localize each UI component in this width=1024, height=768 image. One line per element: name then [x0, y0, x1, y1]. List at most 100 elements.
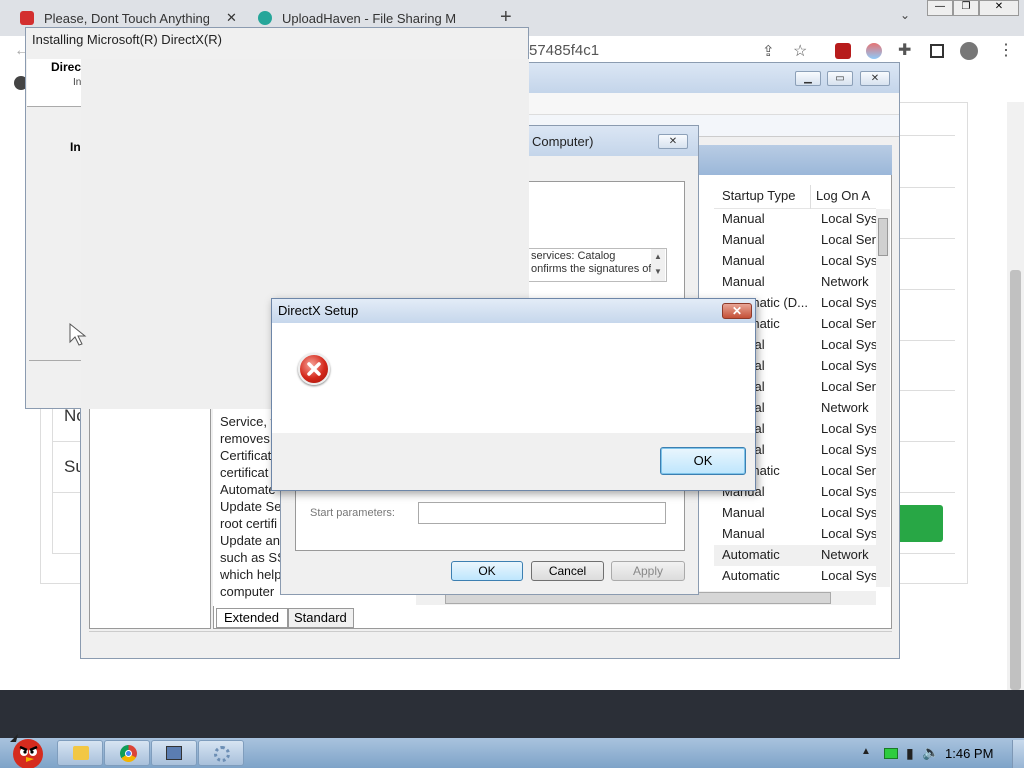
- extension-icon[interactable]: [866, 43, 882, 59]
- minimize-button[interactable]: ▁: [795, 71, 821, 86]
- description-line: such as SS: [220, 550, 286, 565]
- error-icon: [298, 353, 330, 385]
- startup-type-cell: Automatic: [722, 547, 780, 562]
- close-button[interactable]: ✕: [860, 71, 890, 86]
- clock[interactable]: 1:46 PM: [945, 746, 993, 761]
- service-row[interactable]: Automatic Local Sys: [714, 566, 876, 587]
- list-scrollbar[interactable]: [876, 209, 890, 587]
- service-row[interactable]: Manual Local Sys: [714, 209, 876, 230]
- log-on-as-cell: Local Sys: [821, 568, 876, 583]
- description-scrollbar[interactable]: ▲ ▼: [651, 249, 665, 281]
- close-button[interactable]: ✕: [658, 134, 688, 149]
- battery-icon[interactable]: [884, 748, 898, 759]
- log-on-as-cell: Local Sys: [821, 484, 876, 499]
- log-on-as-cell: Local Sys: [821, 526, 876, 541]
- log-on-as-cell: Local Sys: [821, 421, 876, 436]
- status-bar: [89, 631, 892, 651]
- column-divider: [810, 185, 811, 209]
- service-row[interactable]: Manual Local Sys: [714, 524, 876, 545]
- description-line: certificat: [220, 465, 269, 480]
- service-row[interactable]: Manual Network: [714, 272, 876, 293]
- list-scrollbar-thumb[interactable]: [878, 218, 888, 256]
- start-button-angry-bird-icon[interactable]: [4, 730, 50, 768]
- volume-icon[interactable]: 🔈: [922, 744, 939, 761]
- wizard-body-text: In: [70, 140, 81, 154]
- directx-setup-error-dialog: DirectX Setup ✕ OK: [271, 298, 756, 491]
- ok-button[interactable]: OK: [660, 447, 746, 475]
- new-tab-button[interactable]: +: [500, 6, 512, 29]
- properties-title: Computer): [532, 134, 594, 149]
- log-on-as-cell: Local Sys: [821, 358, 876, 373]
- description-line: Automate: [220, 482, 276, 497]
- start-parameters-label: Start parameters:: [310, 507, 395, 519]
- cancel-button[interactable]: Cancel: [531, 561, 604, 581]
- description-line: which help: [220, 567, 282, 582]
- taskbar-directx-setup[interactable]: [198, 740, 244, 766]
- taskbar-services[interactable]: [151, 740, 197, 766]
- apply-button[interactable]: Apply: [611, 561, 685, 581]
- log-on-as-cell: Local Sys: [821, 337, 876, 352]
- close-tab-icon[interactable]: ✕: [226, 10, 237, 26]
- extension-icon[interactable]: [835, 43, 851, 59]
- tab-search-icon[interactable]: ⌄: [900, 8, 910, 22]
- startup-type-cell: Manual: [722, 211, 765, 226]
- tab-standard[interactable]: Standard: [288, 608, 354, 628]
- ok-button[interactable]: OK: [451, 561, 523, 581]
- profile-avatar[interactable]: [960, 42, 978, 60]
- puzzle-icon[interactable]: ✚: [898, 40, 911, 60]
- url-text[interactable]: 57485f4c1: [529, 42, 599, 59]
- bookmark-star-icon[interactable]: ☆: [793, 41, 807, 61]
- log-on-as-cell: Network: [821, 274, 869, 289]
- network-icon[interactable]: ▮: [906, 745, 914, 762]
- description-line: Update an: [220, 533, 280, 548]
- column-header-startup-type[interactable]: Startup Type: [722, 188, 795, 203]
- page-footer: [0, 690, 1024, 738]
- startup-type-cell: Automatic: [722, 568, 780, 583]
- menu-icon[interactable]: ⋮: [998, 40, 1014, 60]
- chrome-icon-center: [125, 750, 132, 757]
- taskbar-explorer[interactable]: [57, 740, 103, 766]
- startup-type-cell: Manual: [722, 274, 765, 289]
- log-on-as-cell: Local Ser: [821, 463, 876, 478]
- description-line: root certifi: [220, 516, 278, 531]
- minimize-button[interactable]: —: [927, 0, 953, 16]
- service-row[interactable]: Manual Local Sys: [714, 503, 876, 524]
- setup-gear-icon: [214, 746, 230, 762]
- tab-title: Please, Dont Touch Anything I: [44, 10, 209, 26]
- description-line: removes: [220, 431, 270, 446]
- restore-button[interactable]: ❐: [953, 0, 979, 16]
- description-box: services: Catalog onfirms the signatures…: [527, 248, 667, 282]
- taskbar-chrome[interactable]: [104, 740, 150, 766]
- show-desktop-button[interactable]: [1012, 740, 1024, 768]
- log-on-as-cell: Network: [821, 400, 869, 415]
- wizard-heading: Direc: [51, 60, 82, 74]
- log-on-as-cell: Local Ser: [821, 316, 876, 331]
- tab-title: UploadHaven - File Sharing M: [282, 10, 457, 26]
- close-button[interactable]: ✕: [979, 0, 1019, 16]
- side-panel-icon[interactable]: [930, 44, 944, 58]
- description-line: Update Se: [220, 499, 282, 514]
- dialog-close-button[interactable]: ✕: [722, 303, 752, 319]
- dialog-title: DirectX Setup: [272, 299, 755, 323]
- service-row[interactable]: Automatic Network: [714, 545, 876, 566]
- log-on-as-cell: Network: [821, 547, 869, 562]
- directx-install-title: Installing Microsoft(R) DirectX(R): [32, 32, 222, 47]
- page-scrollbar-thumb[interactable]: [1010, 270, 1021, 690]
- uploadhaven-icon: [258, 11, 272, 25]
- description-line: computer: [220, 584, 275, 599]
- show-hidden-icons-icon[interactable]: ▲: [861, 746, 871, 757]
- log-on-as-cell: Local Sys: [821, 295, 876, 310]
- start-parameters-input[interactable]: [418, 502, 666, 524]
- tab-extended[interactable]: Extended: [216, 608, 288, 628]
- column-header-log-on-as[interactable]: Log On A: [816, 188, 876, 203]
- startup-type-cell: Manual: [722, 505, 765, 520]
- startup-type-cell: Manual: [722, 232, 765, 247]
- log-on-as-cell: Local Sys: [821, 505, 876, 520]
- maximize-button[interactable]: ▭: [827, 71, 853, 86]
- download-button[interactable]: [895, 505, 943, 542]
- service-row[interactable]: Manual Local Ser: [714, 230, 876, 251]
- share-icon[interactable]: ⇪: [762, 42, 775, 60]
- log-on-as-cell: Local Sys: [821, 442, 876, 457]
- service-row[interactable]: Manual Local Sys: [714, 251, 876, 272]
- lock-icon: [20, 11, 34, 25]
